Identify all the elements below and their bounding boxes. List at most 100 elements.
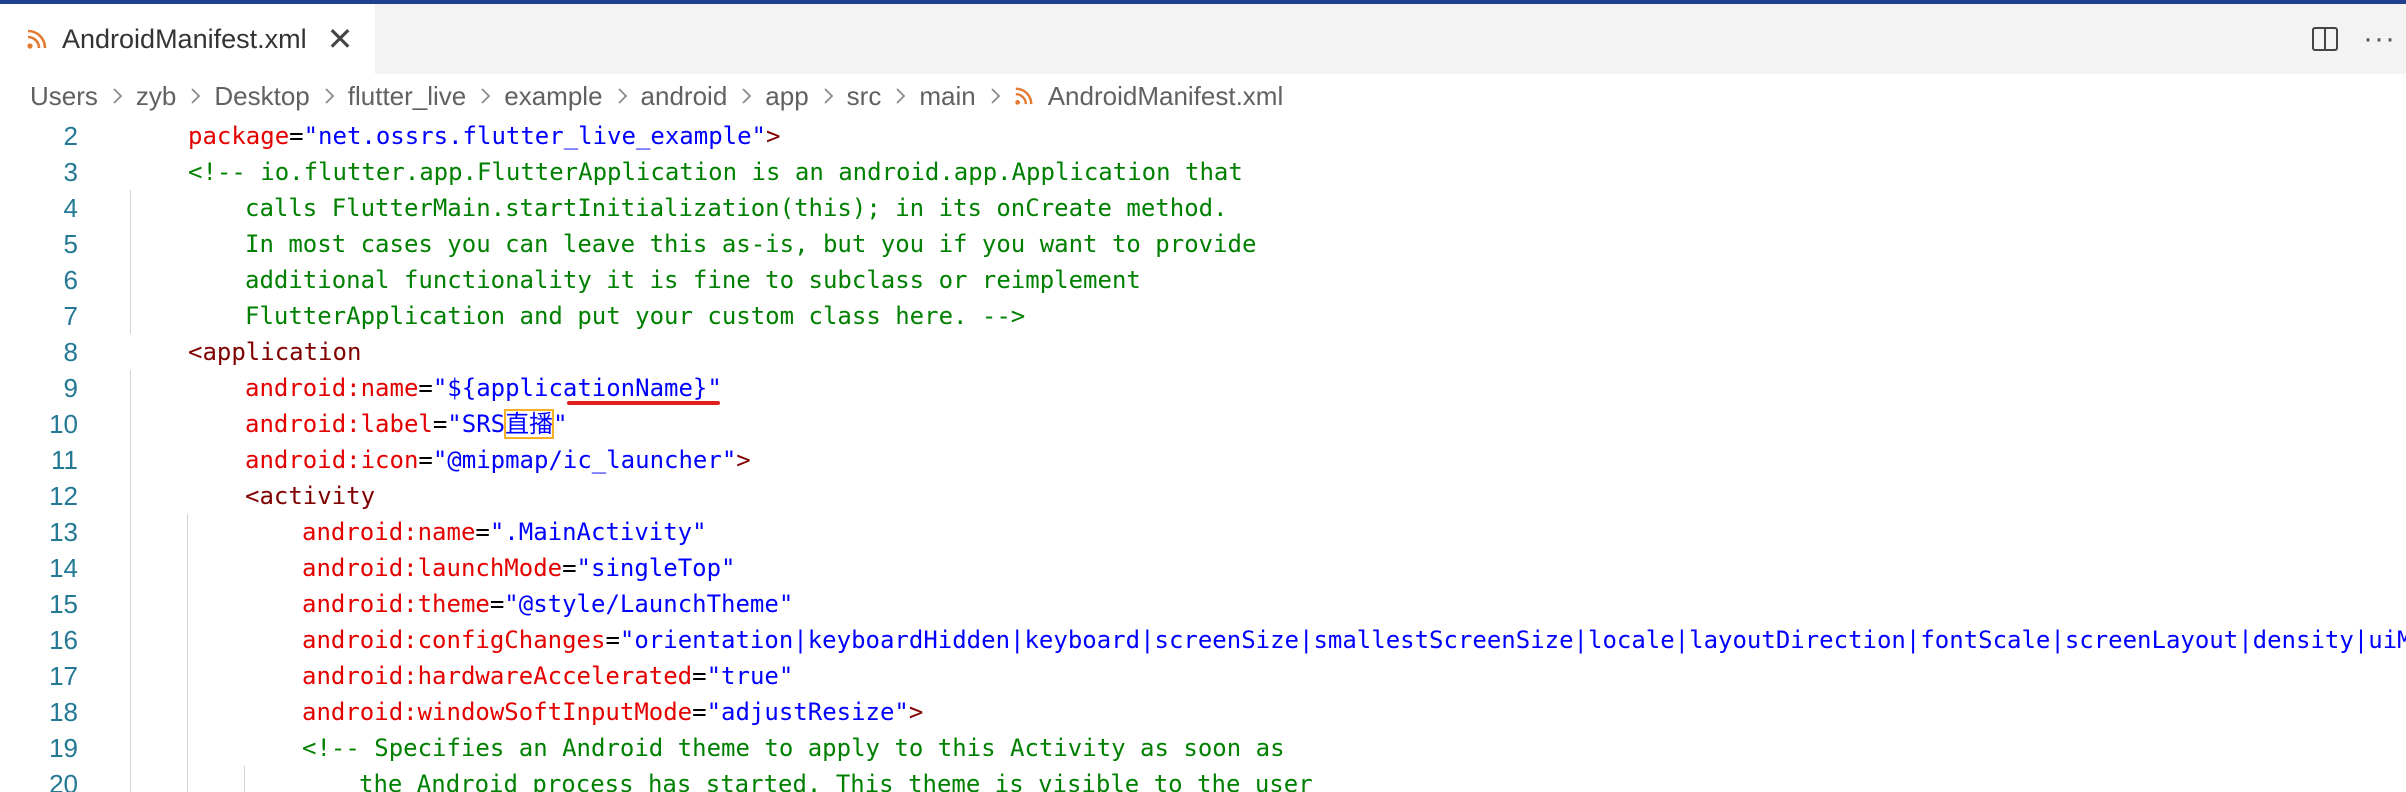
more-actions-icon[interactable]: ··· [2363, 22, 2396, 56]
code-line[interactable]: 8 <application [0, 334, 2406, 370]
code-line[interactable]: 10 android:label="SRS直播" [0, 406, 2406, 442]
code-editor[interactable]: 2 package="net.ossrs.flutter_live_example… [0, 118, 2406, 792]
code-line[interactable]: 7 FlutterApplication and put your custom … [0, 298, 2406, 334]
token-cmt: additional functionality it is fine to s… [245, 266, 1141, 294]
indent-guide [130, 658, 131, 694]
token-pun: = [289, 122, 304, 150]
indent-guide [130, 298, 131, 334]
token-attr: android:name [245, 374, 419, 402]
editor-actions: ··· [2311, 4, 2406, 74]
indent-guide [130, 262, 131, 298]
code-line[interactable]: 19 <!-- Specifies an Android theme to app… [0, 730, 2406, 766]
chevron-right-icon [113, 88, 123, 104]
code-line[interactable]: 5 In most cases you can leave this as-is,… [0, 226, 2406, 262]
token-cmt: calls FlutterMain.startInitialization(th… [245, 194, 1228, 222]
line-number: 8 [63, 337, 78, 367]
breadcrumb-file[interactable]: AndroidManifest.xml [1048, 81, 1284, 112]
indent-guide [130, 622, 131, 658]
code-text: <activity [245, 478, 375, 514]
token-cmt: FlutterApplication and put your custom c… [245, 302, 1026, 330]
code-line[interactable]: 12 <activity [0, 478, 2406, 514]
token-tag: > [736, 446, 751, 474]
line-number: 10 [49, 409, 78, 439]
chevron-right-icon [896, 88, 906, 104]
code-line[interactable]: 3 <!-- io.flutter.app.FlutterApplication … [0, 154, 2406, 190]
token-tag: > [765, 122, 781, 150]
indent-guide [130, 514, 131, 550]
code-text: android:configChanges="orientation|keybo… [302, 622, 2406, 658]
token-str: "@style/LaunchTheme" [504, 590, 794, 618]
token-pun: = [475, 518, 490, 546]
close-icon[interactable]: ✕ [327, 23, 354, 55]
line-number: 15 [49, 589, 78, 619]
token-attr: android:label [245, 410, 433, 438]
token-str: "SRS [447, 410, 506, 438]
code-text: android:launchMode="singleTop" [302, 550, 736, 586]
line-number: 19 [49, 733, 78, 763]
code-line[interactable]: 9 android:name="${applicationName}" [0, 370, 2406, 406]
token-tag: <activity [245, 482, 376, 510]
token-str: "net.ossrs.flutter_live_example" [303, 122, 766, 150]
token-attr: android:icon [245, 446, 419, 474]
token-pun: = [692, 662, 707, 690]
breadcrumb-item[interactable]: example [504, 81, 602, 112]
token-attr: android:name [302, 518, 476, 546]
token-attr: android:hardwareAccelerated [302, 662, 693, 690]
code-text: In most cases you can leave this as-is, … [245, 226, 1256, 262]
code-line[interactable]: 13 android:name=".MainActivity" [0, 514, 2406, 550]
indent-guide [187, 694, 188, 730]
breadcrumb-item[interactable]: main [919, 81, 975, 112]
indent-guide [130, 586, 131, 622]
code-line[interactable]: 11 android:icon="@mipmap/ic_launcher"> [0, 442, 2406, 478]
token-pun: = [418, 374, 433, 402]
split-editor-icon[interactable] [2311, 26, 2339, 52]
code-line[interactable]: 4 calls FlutterMain.startInitialization(t… [0, 190, 2406, 226]
code-text: additional functionality it is fine to s… [245, 262, 1141, 298]
code-text: <application [188, 334, 361, 370]
code-text: FlutterApplication and put your custom c… [245, 298, 1025, 334]
breadcrumb-item[interactable]: Users [30, 81, 98, 112]
token-str: ".MainActivity" [489, 518, 707, 546]
code-line[interactable]: 14 android:launchMode="singleTop" [0, 550, 2406, 586]
line-number: 4 [63, 193, 78, 223]
line-number: 16 [49, 625, 78, 655]
code-text: <!-- Specifies an Android theme to apply… [302, 730, 1285, 766]
token-pun: = [418, 446, 433, 474]
token-str: " [553, 410, 568, 438]
indent-guide [130, 694, 131, 730]
tab-androidmanifest[interactable]: AndroidManifest.xml ✕ [0, 4, 375, 74]
indent-guide [244, 766, 245, 792]
code-text: the Android process has started. This th… [359, 766, 1313, 792]
token-pun: = [489, 590, 505, 618]
code-line[interactable]: 6 additional functionality it is fine to … [0, 262, 2406, 298]
breadcrumb-item[interactable]: android [641, 81, 728, 112]
line-number: 2 [63, 121, 78, 151]
token-str: "true" [706, 662, 794, 690]
token-str: "${applicationName}" [432, 374, 722, 402]
breadcrumb-item[interactable]: src [847, 81, 882, 112]
indent-guide [187, 550, 188, 586]
indent-guide [130, 766, 131, 792]
indent-guide [130, 190, 131, 226]
code-line[interactable]: 17 android:hardwareAccelerated="true" [0, 658, 2406, 694]
breadcrumb-item[interactable]: app [765, 81, 808, 112]
breadcrumb-item[interactable]: flutter_live [348, 81, 467, 112]
tab-bar: AndroidManifest.xml ✕ ··· [0, 4, 2406, 74]
code-line[interactable]: 18 android:windowSoftInputMode="adjustRes… [0, 694, 2406, 730]
line-number: 14 [49, 553, 78, 583]
token-tag: > [908, 698, 924, 726]
line-number: 9 [63, 373, 78, 403]
code-line[interactable]: 20 the Android process has started. This … [0, 766, 2406, 792]
code-text: android:windowSoftInputMode="adjustResiz… [302, 694, 923, 730]
code-line[interactable]: 15 android:theme="@style/LaunchTheme" [0, 586, 2406, 622]
code-line[interactable]: 16 android:configChanges="orientation|key… [0, 622, 2406, 658]
line-number: 3 [63, 157, 78, 187]
code-text: android:label="SRS直播" [245, 406, 568, 442]
breadcrumb-item[interactable]: Desktop [214, 81, 309, 112]
indent-guide [187, 766, 188, 792]
code-line[interactable]: 2 package="net.ossrs.flutter_live_example… [0, 118, 2406, 154]
breadcrumb-item[interactable]: zyb [136, 81, 176, 112]
line-number: 12 [49, 481, 78, 511]
line-number: 7 [63, 301, 78, 331]
indent-guide [187, 622, 188, 658]
